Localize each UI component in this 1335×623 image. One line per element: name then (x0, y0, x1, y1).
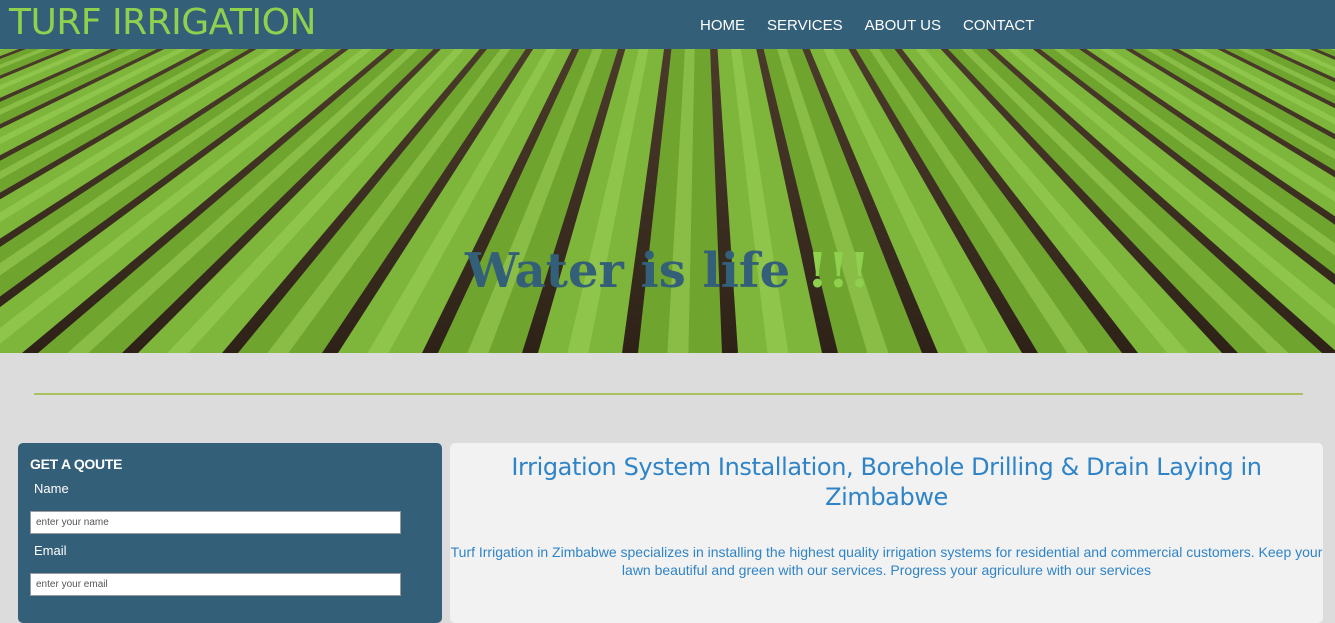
name-input[interactable] (30, 511, 401, 534)
quote-form-panel: GET A QOUTE Name Email (18, 443, 442, 623)
main-nav: HOME SERVICES ABOUT US CONTACT (700, 17, 1034, 35)
content-heading: Irrigation System Installation, Borehole… (511, 453, 1262, 511)
content-paragraph: Turf Irrigation in Zimbabwe specializes … (450, 544, 1323, 578)
top-navbar: TURF IRRIGATION HOME SERVICES ABOUT US C… (0, 0, 1335, 49)
email-input[interactable] (30, 573, 401, 596)
hero-title-accent: !!! (806, 243, 871, 299)
nav-home-link[interactable]: HOME (700, 17, 745, 35)
brand-logo-text[interactable]: TURF IRRIGATION (9, 1, 316, 45)
content-panel: Irrigation System Installation, Borehole… (450, 443, 1323, 623)
nav-about-link[interactable]: ABOUT US (865, 17, 941, 35)
name-label: Name (34, 481, 69, 496)
quote-form-title: GET A QOUTE (30, 456, 123, 472)
email-label: Email (34, 543, 67, 558)
hero-banner: Water is life !!! (0, 49, 1335, 353)
crop-field-image (0, 49, 1335, 353)
hero-title-main: Water is life (464, 243, 807, 299)
nav-services-link[interactable]: SERVICES (767, 17, 843, 35)
nav-contact-link[interactable]: CONTACT (963, 17, 1034, 35)
section-divider (34, 393, 1303, 395)
hero-title: Water is life !!! (0, 242, 1335, 300)
